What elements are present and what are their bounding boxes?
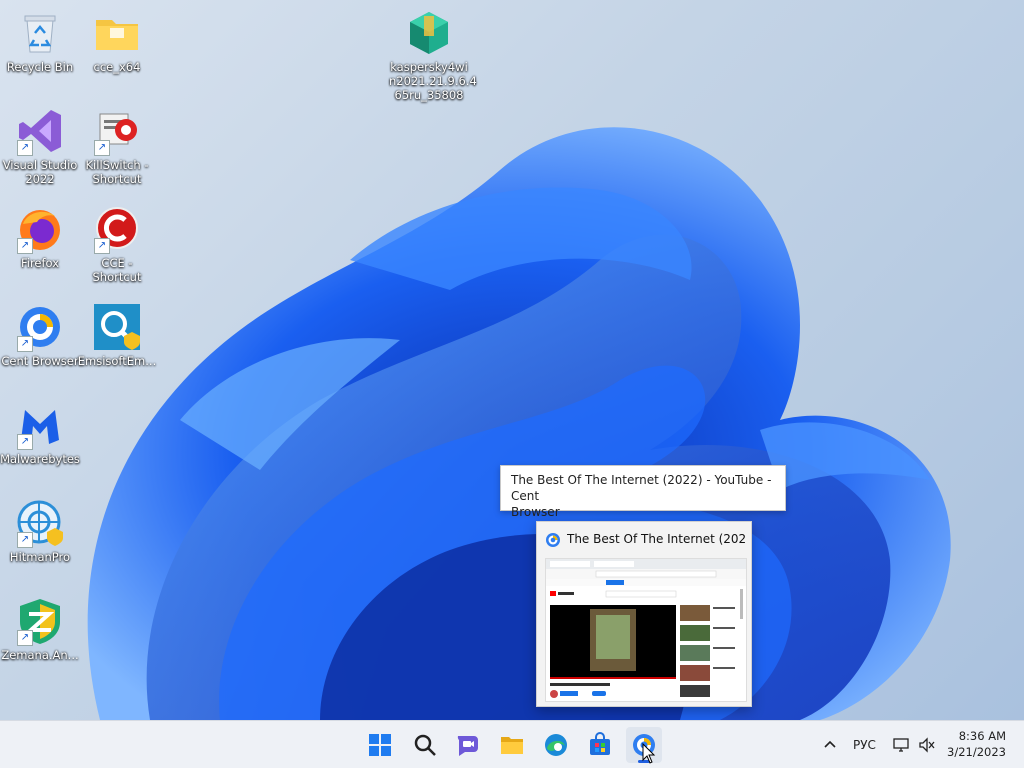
search-button[interactable] bbox=[407, 727, 443, 763]
desktop-icon-label: EmsisoftEm... bbox=[77, 354, 157, 368]
desktop-icon-emsisoft[interactable]: EmsisoftEm... bbox=[77, 302, 157, 368]
shortcut-arrow-icon: ↗ bbox=[17, 140, 33, 156]
desktop-icon-label-line: CCE - bbox=[101, 256, 133, 270]
desktop-icon-cce[interactable]: ↗ CCE - Shortcut bbox=[77, 204, 157, 284]
emsisoft-icon bbox=[94, 304, 140, 350]
desktop-icon-cent-browser[interactable]: ↗ Cent Browser bbox=[0, 302, 80, 368]
clock-date: 3/21/2023 bbox=[947, 745, 1006, 759]
desktop-icon-label-line: n2021.21.9.6.4 bbox=[389, 74, 477, 88]
youtube-page-miniature bbox=[546, 559, 746, 698]
desktop-icon-killswitch[interactable]: ↗ KillSwitch - Shortcut bbox=[77, 106, 157, 186]
desktop-icon-label: Zemana.An... bbox=[1, 648, 79, 662]
desktop-icon-label-line: 2022 bbox=[25, 172, 55, 186]
edge-button[interactable] bbox=[538, 727, 574, 763]
desktop-icon-label: Recycle Bin bbox=[6, 60, 74, 74]
start-icon bbox=[369, 734, 391, 756]
desktop-icon-visual-studio[interactable]: ↗ Visual Studio 2022 bbox=[0, 106, 80, 186]
desktop-icon-label-line: Shortcut bbox=[92, 172, 142, 186]
desktop-icon-label-line: kaspersky4wi bbox=[390, 60, 468, 74]
file-explorer-icon bbox=[501, 737, 523, 754]
recycle-bin-icon bbox=[24, 15, 56, 53]
desktop-icon-label: HitmanPro bbox=[9, 550, 71, 564]
tooltip-line: The Best Of The Internet (2022) - YouTub… bbox=[511, 473, 772, 503]
shortcut-arrow-icon: ↗ bbox=[17, 630, 33, 646]
tooltip-line: Browser bbox=[511, 505, 560, 519]
clock-time: 8:36 AM bbox=[958, 729, 1006, 743]
shortcut-arrow-icon: ↗ bbox=[94, 140, 110, 156]
desktop-icon-label: Firefox bbox=[20, 256, 60, 270]
shortcut-arrow-icon: ↗ bbox=[17, 238, 33, 254]
desktop-icon-zemana[interactable]: ↗ Zemana.An... bbox=[0, 596, 80, 662]
desktop-icon-kaspersky[interactable]: kaspersky4wi n2021.21.9.6.4 65ru_35808 bbox=[389, 8, 477, 102]
volume-muted-icon bbox=[919, 737, 935, 753]
preview-page-thumbnail bbox=[545, 558, 747, 702]
desktop-icon-label: cce_x64 bbox=[93, 60, 141, 74]
taskbar-tooltip: The Best Of The Internet (2022) - YouTub… bbox=[500, 465, 786, 519]
taskbar: РУС 8:36 AM 3/21/2023 bbox=[0, 720, 1024, 768]
kaspersky-package-icon bbox=[410, 12, 448, 54]
shortcut-arrow-icon: ↗ bbox=[17, 336, 33, 352]
network-button[interactable] bbox=[893, 721, 911, 768]
chevron-up-icon bbox=[824, 740, 836, 748]
window-preview-thumbnail[interactable]: The Best Of The Internet (2022) ... bbox=[536, 521, 752, 707]
network-icon bbox=[893, 738, 909, 752]
chat-button[interactable] bbox=[450, 727, 486, 763]
desktop-icon-label: Cent Browser bbox=[1, 354, 79, 368]
shortcut-arrow-icon: ↗ bbox=[17, 532, 33, 548]
desktop-icon-label-line: Visual Studio bbox=[2, 158, 78, 172]
edge-icon bbox=[545, 734, 567, 756]
store-button[interactable] bbox=[582, 727, 618, 763]
cent-browser-icon bbox=[546, 533, 560, 547]
clock[interactable]: 8:36 AM 3/21/2023 bbox=[947, 728, 1006, 760]
start-button[interactable] bbox=[362, 727, 398, 763]
shortcut-arrow-icon: ↗ bbox=[17, 434, 33, 450]
folder-icon bbox=[96, 20, 138, 50]
desktop-icon-firefox[interactable]: ↗ Firefox bbox=[0, 204, 80, 270]
file-explorer-button[interactable] bbox=[494, 727, 530, 763]
store-icon bbox=[590, 732, 610, 755]
shortcut-arrow-icon: ↗ bbox=[94, 238, 110, 254]
language-indicator[interactable]: РУС bbox=[853, 721, 876, 768]
volume-button[interactable] bbox=[918, 721, 936, 768]
desktop-icon-label-line: KillSwitch - bbox=[85, 158, 149, 172]
desktop-icon-recycle-bin[interactable]: Recycle Bin bbox=[0, 8, 80, 74]
chat-icon bbox=[457, 736, 478, 756]
preview-title: The Best Of The Internet (2022) ... bbox=[567, 532, 747, 546]
desktop-icon-cce-folder[interactable]: cce_x64 bbox=[77, 8, 157, 74]
search-icon bbox=[414, 734, 436, 756]
desktop-icon-hitmanpro[interactable]: ↗ HitmanPro bbox=[0, 498, 80, 564]
desktop-icon-label-line: 65ru_35808 bbox=[394, 88, 464, 102]
desktop-icon-label: Malwarebytes bbox=[0, 452, 80, 466]
mouse-cursor-icon bbox=[642, 743, 656, 764]
desktop-icon-malwarebytes[interactable]: ↗ Malwarebytes bbox=[0, 400, 80, 466]
desktop-icon-label-line: Shortcut bbox=[92, 270, 142, 284]
show-hidden-icons-button[interactable] bbox=[822, 721, 838, 768]
